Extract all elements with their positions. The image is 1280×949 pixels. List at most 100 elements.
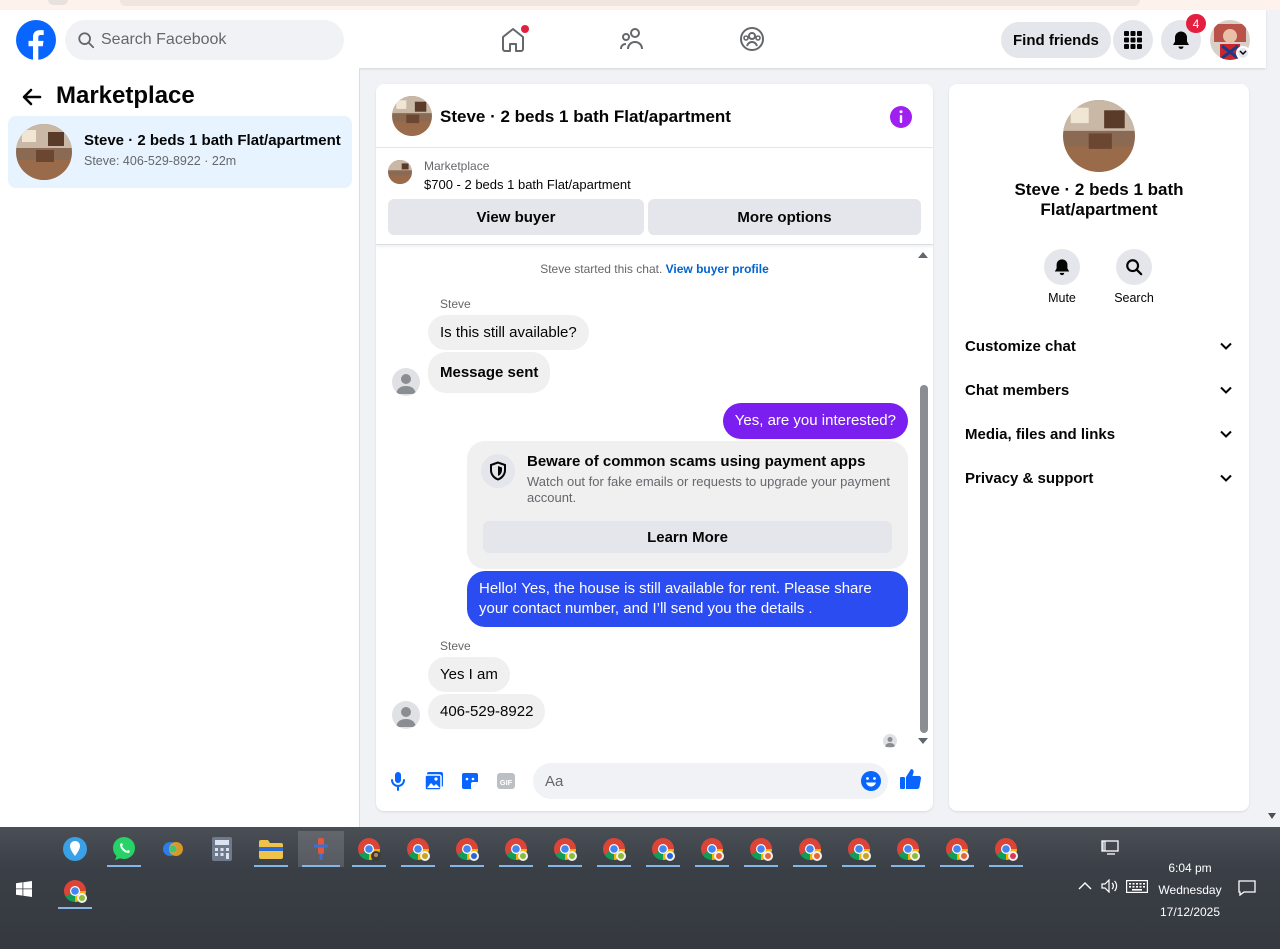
- outgoing-message[interactable]: Yes, are you interested?: [722, 403, 908, 439]
- taskbar-running-indicator: [989, 865, 1023, 867]
- incoming-message[interactable]: 406-529-8922: [428, 694, 546, 729]
- conversation-preview: Steve: 406-529-8922 · 22m: [84, 154, 237, 168]
- whatsapp-icon: [113, 837, 135, 860]
- home-notification-dot: [521, 25, 529, 33]
- mute-button[interactable]: [1044, 249, 1080, 285]
- sender-avatar[interactable]: [392, 701, 420, 729]
- outgoing-message[interactable]: Hello! Yes, the house is still available…: [467, 571, 908, 627]
- network-desktop-icon[interactable]: [1101, 840, 1119, 856]
- taskbar-chrome-window[interactable]: [740, 831, 782, 867]
- chat-started-notice: Steve started this chat. View buyer prof…: [376, 262, 933, 276]
- search-input[interactable]: [101, 31, 321, 49]
- taskbar-app-whatsapp[interactable]: [103, 831, 145, 867]
- view-buyer-button[interactable]: View buyer: [388, 199, 644, 235]
- bell-icon: [1173, 31, 1189, 49]
- apartment-photo-icon: [392, 96, 432, 136]
- privacy-support-section[interactable]: Privacy & support: [957, 458, 1241, 498]
- info-icon[interactable]: [889, 105, 913, 129]
- scroll-up-arrow-icon[interactable]: [918, 252, 928, 258]
- taskbar-app-active[interactable]: [298, 831, 344, 867]
- chrome-icon: [750, 838, 773, 861]
- find-friends-button[interactable]: Find friends: [1001, 22, 1111, 58]
- microphone-icon[interactable]: [387, 770, 409, 792]
- conversation-list-item[interactable]: Steve · 2 beds 1 bath Flat/apartment Ste…: [8, 116, 352, 188]
- section-label: Chat members: [965, 381, 1070, 399]
- taskbar-app-maps[interactable]: [54, 831, 96, 867]
- marketplace-sidebar: Marketplace Steve · 2 beds 1 bath Flat/a…: [0, 68, 360, 827]
- taskbar-app-calculator[interactable]: [201, 831, 243, 867]
- location-app-icon: [63, 837, 87, 861]
- gif-icon[interactable]: GIF: [495, 770, 517, 792]
- listing-price[interactable]: $700 - 2 beds 1 bath Flat/apartment: [424, 177, 631, 192]
- chat-avatar[interactable]: [392, 96, 432, 136]
- volume-icon[interactable]: [1101, 879, 1119, 893]
- notification-center-icon[interactable]: [1238, 880, 1256, 896]
- chevron-down-icon: [1220, 430, 1232, 438]
- search-icon: [78, 32, 95, 49]
- menu-button[interactable]: [1113, 20, 1153, 60]
- thumbs-up-icon[interactable]: [898, 767, 922, 791]
- groups-icon[interactable]: [738, 25, 766, 53]
- customize-chat-section[interactable]: Customize chat: [957, 326, 1241, 366]
- sender-avatar[interactable]: [392, 368, 420, 396]
- view-buyer-profile-link[interactable]: View buyer profile: [666, 262, 769, 276]
- chat-scrollbar[interactable]: [917, 252, 929, 746]
- search-action[interactable]: Search: [1104, 249, 1164, 305]
- chevron-up-icon[interactable]: [1078, 881, 1092, 891]
- search-bar[interactable]: [65, 20, 344, 60]
- taskbar-chrome-window[interactable]: [397, 831, 439, 867]
- system-clock[interactable]: 6:04 pm Wednesday 17/12/2025: [1150, 857, 1230, 923]
- browser-tab[interactable]: [48, 0, 68, 5]
- scrollbar-thumb[interactable]: [920, 385, 928, 733]
- message-sender: Steve: [440, 297, 471, 311]
- sticker-icon[interactable]: [459, 770, 481, 792]
- taskbar-running-indicator: [450, 865, 484, 867]
- taskbar-running-indicator: [744, 865, 778, 867]
- page-scroll-down-arrow-icon[interactable]: [1268, 813, 1276, 819]
- search-label: Search: [1114, 291, 1154, 305]
- apartment-photo-icon: [1063, 100, 1135, 172]
- taskbar-chrome-window[interactable]: [348, 831, 390, 867]
- taskbar-chrome-pinned[interactable]: [54, 873, 96, 909]
- taskbar-chrome-window[interactable]: [789, 831, 831, 867]
- back-arrow-icon[interactable]: [20, 85, 44, 109]
- taskbar-chrome-window[interactable]: [691, 831, 733, 867]
- chat-members-section[interactable]: Chat members: [957, 370, 1241, 410]
- incoming-message[interactable]: Yes I am: [428, 657, 510, 692]
- taskbar-chrome-window[interactable]: [642, 831, 684, 867]
- friends-icon[interactable]: [619, 25, 647, 53]
- browser-address-bar[interactable]: [120, 0, 1140, 6]
- mute-action[interactable]: Mute: [1032, 249, 1092, 305]
- bell-icon: [1054, 259, 1070, 276]
- media-files-links-section[interactable]: Media, files and links: [957, 414, 1241, 454]
- taskbar-chrome-window[interactable]: [495, 831, 537, 867]
- facebook-logo-icon[interactable]: [16, 20, 56, 60]
- clock-day: Wednesday: [1158, 883, 1222, 897]
- taskbar-app-file-explorer[interactable]: [250, 831, 292, 867]
- message-input[interactable]: [533, 763, 888, 799]
- incoming-message[interactable]: Is this still available?: [428, 315, 589, 350]
- chrome-icon: [554, 838, 577, 861]
- chrome-icon: [848, 838, 871, 861]
- taskbar-chrome-window[interactable]: [985, 831, 1027, 867]
- keyboard-icon[interactable]: [1126, 880, 1148, 893]
- taskbar-app-copilot[interactable]: [152, 831, 194, 867]
- photo-icon[interactable]: [423, 770, 445, 792]
- taskbar-chrome-window[interactable]: [593, 831, 635, 867]
- taskbar-chrome-window[interactable]: [838, 831, 880, 867]
- taskbar-chrome-window[interactable]: [887, 831, 929, 867]
- windows-start-icon[interactable]: [16, 881, 32, 897]
- emoji-icon[interactable]: [860, 770, 882, 792]
- learn-more-button[interactable]: Learn More: [483, 521, 892, 553]
- scroll-down-arrow-icon[interactable]: [918, 738, 928, 744]
- details-title: Steve · 2 beds 1 bath Flat/apartment: [1014, 180, 1184, 219]
- account-chevron-icon[interactable]: [1236, 46, 1250, 60]
- more-options-button[interactable]: More options: [648, 199, 921, 235]
- incoming-message[interactable]: Message sent: [428, 352, 551, 393]
- taskbar-chrome-window[interactable]: [936, 831, 978, 867]
- taskbar-chrome-window[interactable]: [544, 831, 586, 867]
- taskbar-chrome-window[interactable]: [446, 831, 488, 867]
- grid-menu-icon: [1124, 31, 1142, 49]
- search-chat-button[interactable]: [1116, 249, 1152, 285]
- details-avatar[interactable]: [1063, 100, 1135, 172]
